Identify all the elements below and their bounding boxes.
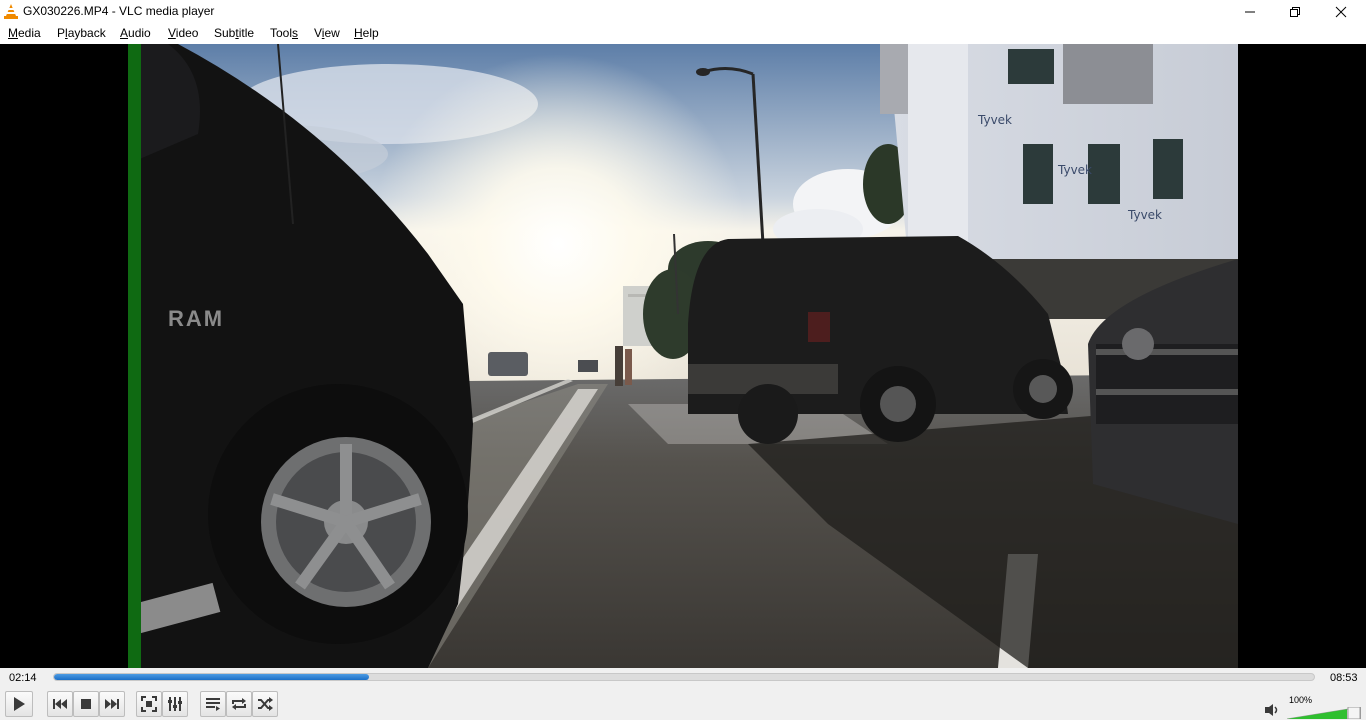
fullscreen-icon bbox=[141, 696, 157, 712]
video-frame[interactable]: Tyvek Tyvek Tyvek RAM bbox=[128, 44, 1238, 668]
extended-settings-icon bbox=[168, 697, 182, 711]
loop-button[interactable] bbox=[226, 691, 252, 717]
volume-slider[interactable] bbox=[1287, 707, 1361, 719]
total-duration: 08:53 bbox=[1330, 672, 1358, 684]
left-green-edge bbox=[128, 44, 141, 668]
wrap-text-2: Tyvek bbox=[1127, 208, 1162, 222]
extended-settings-button[interactable] bbox=[162, 691, 188, 717]
stop-button[interactable] bbox=[73, 691, 99, 717]
window-title: GX030226.MP4 - VLC media player bbox=[23, 4, 215, 18]
fullscreen-button[interactable] bbox=[136, 691, 162, 717]
minimize-button[interactable] bbox=[1227, 0, 1273, 23]
shuffle-icon bbox=[258, 697, 273, 711]
title-bar: GX030226.MP4 - VLC media player bbox=[0, 0, 1366, 23]
volume-percent: 100% bbox=[1289, 695, 1313, 705]
menu-media[interactable]: Media bbox=[8, 26, 41, 40]
ram-badge: RAM bbox=[168, 306, 224, 331]
shuffle-button[interactable] bbox=[252, 691, 278, 717]
menu-playback[interactable]: Playback bbox=[57, 26, 106, 40]
play-button[interactable] bbox=[5, 691, 33, 717]
menu-subtitle[interactable]: Subtitle bbox=[214, 26, 254, 40]
volume-handle[interactable] bbox=[1347, 707, 1361, 719]
previous-button[interactable] bbox=[47, 691, 73, 717]
next-button[interactable] bbox=[99, 691, 125, 717]
wrap-text-3: Tyvek bbox=[977, 113, 1012, 127]
video-scene: Tyvek Tyvek Tyvek RAM bbox=[128, 44, 1238, 668]
menu-bar: Media Playback Audio Video Subtitle Tools View… bbox=[0, 23, 1366, 44]
loop-icon bbox=[232, 698, 246, 710]
menu-audio[interactable]: Audio bbox=[120, 26, 151, 40]
minimize-icon bbox=[1245, 11, 1255, 12]
menu-tools[interactable]: Tools bbox=[270, 26, 298, 40]
speaker-icon[interactable] bbox=[1264, 703, 1280, 717]
seek-row: 02:14 08:53 bbox=[0, 668, 1366, 688]
next-icon bbox=[105, 699, 119, 709]
close-button[interactable] bbox=[1318, 0, 1364, 23]
play-icon bbox=[14, 697, 25, 711]
seek-bar-fill bbox=[54, 674, 369, 680]
vlc-cone-icon bbox=[4, 4, 18, 19]
video-area[interactable]: Tyvek Tyvek Tyvek RAM bbox=[0, 44, 1366, 668]
menu-view[interactable]: View bbox=[314, 26, 340, 40]
previous-icon bbox=[53, 699, 67, 709]
maximize-icon bbox=[1290, 6, 1300, 17]
menu-video[interactable]: Video bbox=[168, 26, 198, 40]
controls-bar: 100% bbox=[0, 688, 1366, 720]
playlist-button[interactable] bbox=[200, 691, 226, 717]
menu-help[interactable]: Help bbox=[354, 26, 379, 40]
maximize-button[interactable] bbox=[1272, 0, 1318, 23]
wrap-text: Tyvek bbox=[1057, 163, 1092, 177]
elapsed-time: 02:14 bbox=[9, 672, 37, 684]
stop-icon bbox=[81, 699, 91, 709]
close-icon bbox=[1335, 6, 1347, 17]
seek-bar[interactable] bbox=[53, 673, 1315, 681]
playlist-icon bbox=[206, 698, 220, 711]
